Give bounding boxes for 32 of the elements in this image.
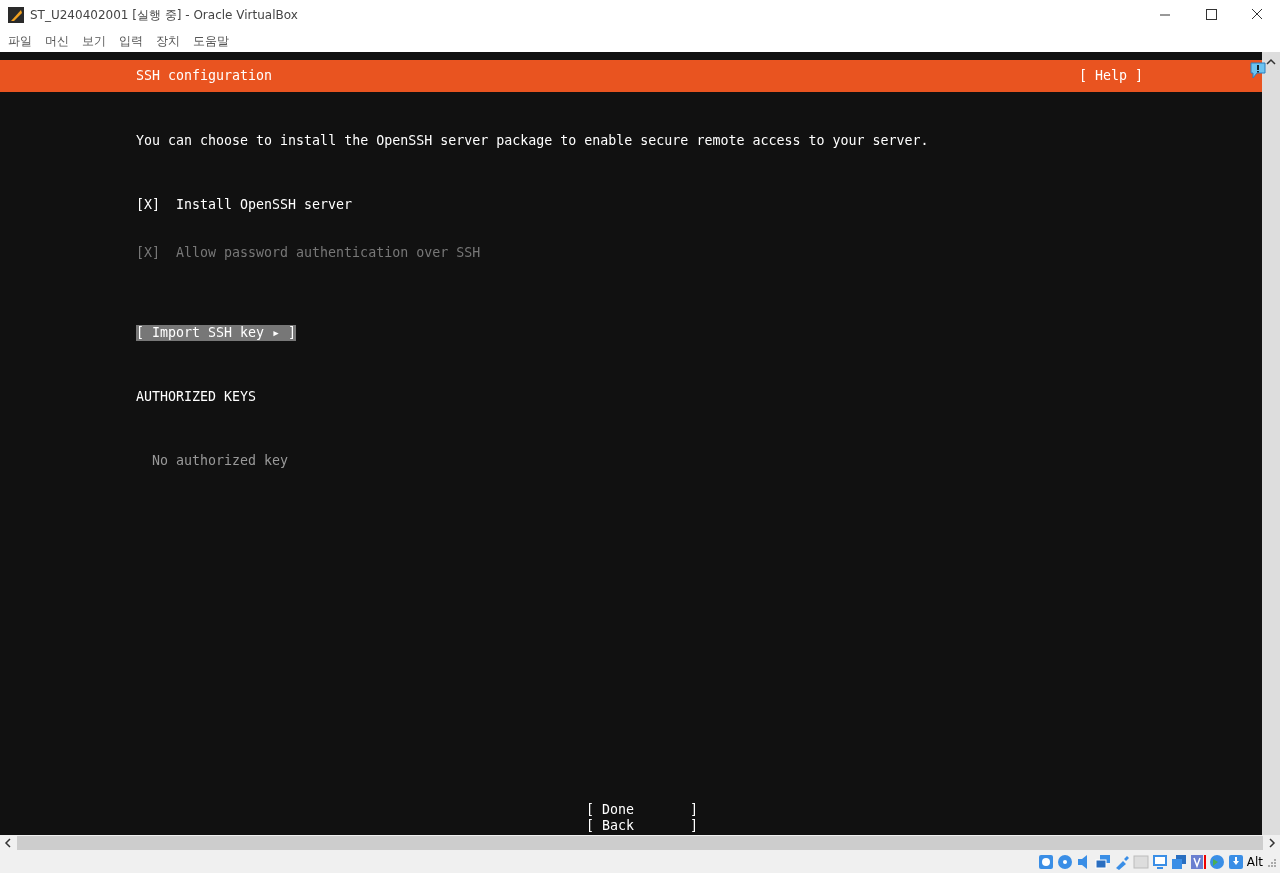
checkbox[interactable]: [X] [136,197,176,213]
menu-item[interactable]: 파일 [2,32,38,50]
menu-item[interactable]: 입력 [113,32,149,50]
display-icon[interactable] [1151,854,1168,870]
help-link[interactable]: [ Help ] [1078,68,1143,84]
optical-disc-icon[interactable] [1056,854,1073,870]
windows-icon[interactable] [1170,854,1187,870]
resize-grip-icon[interactable] [1266,857,1276,867]
network-icon[interactable] [1094,854,1111,870]
scroll-right-icon[interactable] [1268,837,1276,849]
menu-item[interactable]: 장치 [150,32,186,50]
globe-icon[interactable] [1208,854,1225,870]
screen-title: SSH configuration [136,68,273,84]
menu-item[interactable]: 머신 [39,32,75,50]
empty-message: No authorized key [151,453,290,469]
option-label: Install OpenSSH server [176,197,353,213]
v-icon[interactable] [1189,854,1206,870]
app-icon [8,7,24,23]
import-ssh-key-button[interactable]: [ Import SSH key ▸ ] [136,325,297,341]
description-text: You can choose to install the OpenSSH server package to enable secure remote access to your server. [136,133,930,149]
host-key-label: Alt [1246,855,1263,869]
option-label: Allow password authentication over SSH [176,245,481,261]
scroll-up-icon[interactable] [1265,58,1277,66]
window-title: ST_U240402001 [실행 중] - Oracle VirtualBox [30,6,299,24]
nav-button[interactable]: [ Back ] [586,818,699,834]
nav-button[interactable]: [ Done ] [586,802,699,818]
scroll-left-icon[interactable] [4,837,12,849]
notification-icon[interactable] [1250,62,1266,79]
menu-item[interactable]: 보기 [76,32,112,50]
menu-item[interactable]: 도움말 [187,32,235,50]
section-title: AUTHORIZED KEYS [136,389,258,405]
vertical-scrollbar[interactable] [1262,52,1280,835]
